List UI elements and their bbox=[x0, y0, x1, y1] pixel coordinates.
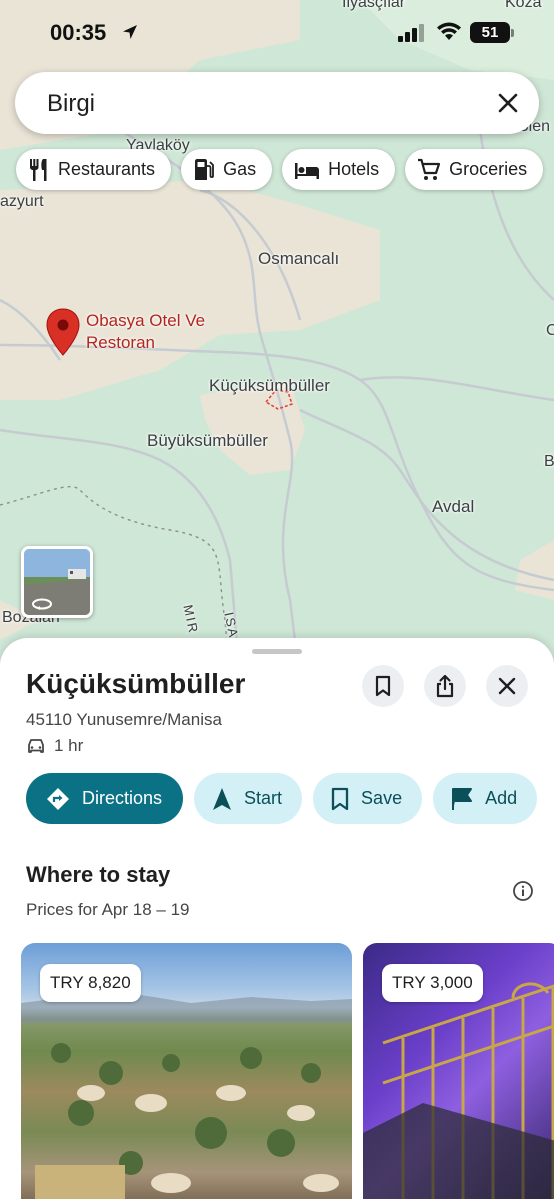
map-label-osmancali: Osmancalı bbox=[258, 249, 340, 268]
bookmark-icon bbox=[375, 675, 391, 697]
chip-groceries-label: Groceries bbox=[449, 159, 528, 179]
place-bottom-sheet[interactable]: Küçüksümbüller 45110 Yunusemre/Manisa 1 … bbox=[0, 638, 554, 1199]
hotel-price-badge: TRY 8,820 bbox=[40, 964, 141, 1002]
search-bar[interactable]: Birgi bbox=[15, 72, 539, 134]
status-time: 00:35 bbox=[50, 20, 107, 45]
map-label-kucuksumbuller: Küçüksümbüller bbox=[209, 376, 330, 395]
chip-hotels[interactable]: Hotels bbox=[282, 149, 396, 190]
add-label-button[interactable]: Add bbox=[433, 773, 538, 824]
poi-label[interactable]: Obasya Otel Ve Restoran bbox=[86, 310, 205, 354]
sheet-drag-handle[interactable] bbox=[252, 649, 302, 654]
hotel-price-badge: TRY 3,000 bbox=[382, 964, 483, 1002]
directions-icon bbox=[47, 787, 69, 810]
map-label-buyuksumbuller: Büyüksümbüller bbox=[147, 431, 268, 450]
chip-restaurants[interactable]: Restaurants bbox=[16, 149, 172, 190]
map-label-avdal: Avdal bbox=[432, 497, 475, 516]
poi-label-line1: Obasya Otel Ve bbox=[86, 311, 206, 330]
stay-dates: Prices for Apr 18 – 19 bbox=[26, 900, 190, 919]
car-icon bbox=[28, 739, 44, 753]
info-icon[interactable] bbox=[512, 880, 534, 902]
hotel-pin-icon[interactable] bbox=[46, 308, 80, 361]
place-title: Küçüksümbüller bbox=[26, 668, 246, 699]
share-icon bbox=[436, 674, 454, 698]
map-label-azyurt: azyurt bbox=[0, 193, 44, 210]
map-label-c-edge: C bbox=[546, 322, 554, 339]
save-label: Save bbox=[361, 788, 403, 808]
start-label: Start bbox=[244, 788, 283, 808]
flag-icon bbox=[452, 787, 473, 810]
chip-gas[interactable]: Gas bbox=[181, 149, 273, 190]
battery-cap bbox=[511, 29, 514, 37]
chip-groceries[interactable]: Groceries bbox=[405, 149, 544, 190]
map-label-b-edge: B bbox=[544, 453, 554, 470]
action-buttons-row: Directions Start Save Add bbox=[26, 773, 538, 824]
street-view-thumbnail[interactable] bbox=[21, 546, 93, 618]
drive-time-row: 1 hr bbox=[26, 736, 83, 756]
navigation-arrow-icon bbox=[213, 787, 232, 810]
share-button[interactable] bbox=[424, 665, 466, 707]
cart-icon bbox=[418, 158, 441, 180]
wifi-icon bbox=[437, 22, 461, 40]
close-sheet-button[interactable] bbox=[486, 665, 528, 707]
drive-time: 1 hr bbox=[54, 736, 84, 755]
save-button[interactable]: Save bbox=[313, 773, 423, 824]
close-icon bbox=[498, 677, 516, 695]
save-bookmark-icon bbox=[331, 787, 349, 810]
bookmark-button[interactable] bbox=[362, 665, 404, 707]
battery-indicator: 51 bbox=[470, 22, 510, 43]
location-arrow-icon bbox=[123, 25, 137, 39]
place-address: 45110 Yunusemre/Manisa bbox=[26, 710, 222, 729]
add-label: Add bbox=[485, 788, 518, 808]
clear-search-icon[interactable] bbox=[495, 90, 521, 116]
bed-icon bbox=[295, 162, 320, 179]
chip-restaurants-label: Restaurants bbox=[58, 159, 156, 179]
fork-knife-icon bbox=[30, 158, 47, 181]
directions-label: Directions bbox=[82, 788, 163, 808]
hotel-card[interactable]: TRY 3,000 bbox=[363, 943, 554, 1199]
search-query[interactable]: Birgi bbox=[47, 90, 95, 118]
status-bar: 00:35 51 bbox=[0, 0, 554, 64]
poi-label-line2: Restoran bbox=[86, 333, 155, 352]
chip-hotels-label: Hotels bbox=[328, 159, 380, 179]
cellular-signal-icon bbox=[398, 24, 424, 42]
where-to-stay-title: Where to stay bbox=[26, 862, 171, 887]
hotel-card[interactable]: TRY 8,820 bbox=[21, 943, 352, 1199]
start-button[interactable]: Start bbox=[194, 773, 303, 824]
gas-pump-icon bbox=[195, 158, 214, 180]
chip-gas-label: Gas bbox=[223, 159, 257, 179]
rotate-360-icon bbox=[32, 598, 52, 610]
category-chips: Restaurants Gas Hotels Groceries bbox=[16, 149, 544, 190]
directions-button[interactable]: Directions bbox=[26, 773, 184, 824]
